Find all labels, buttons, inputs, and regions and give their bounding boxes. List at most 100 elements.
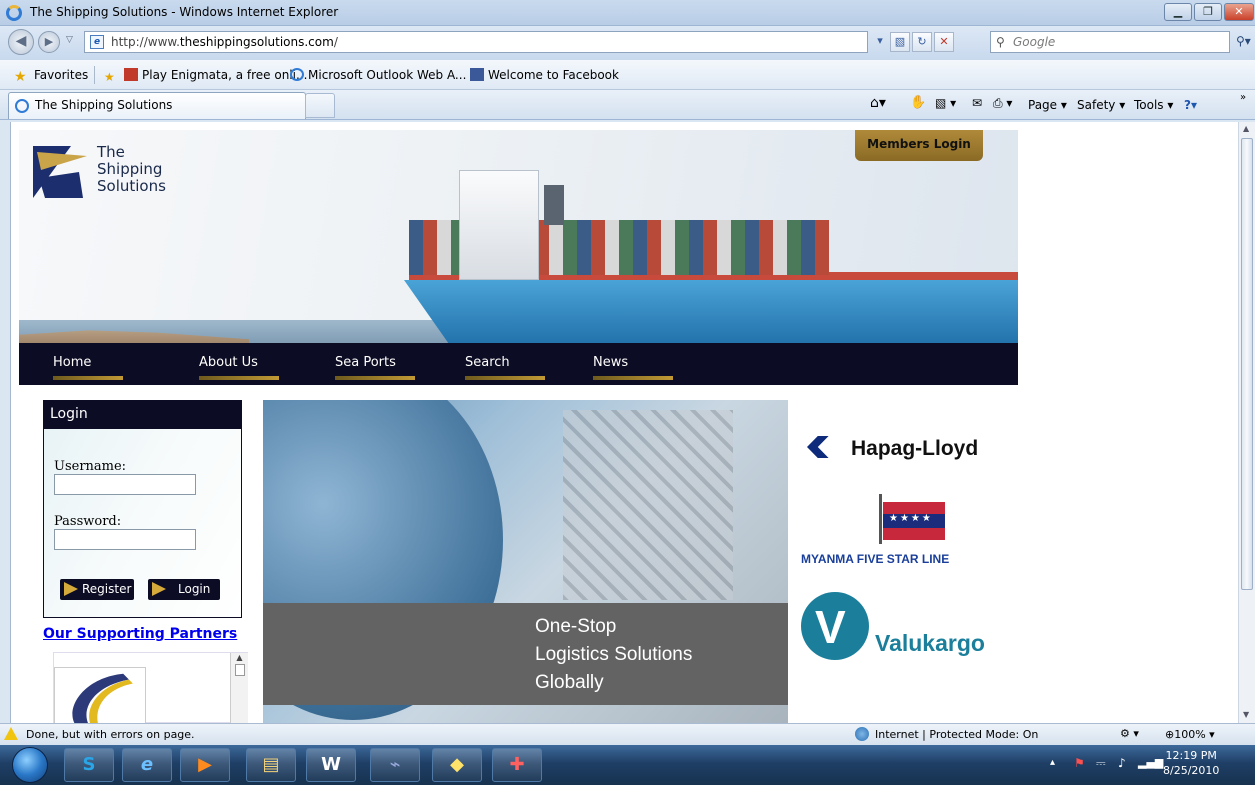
divider xyxy=(94,66,95,84)
network-icon[interactable]: ⌁ xyxy=(370,748,420,782)
messenger-icon[interactable]: ✚ xyxy=(492,748,542,782)
favorite-enigmata[interactable]: Play Enigmata, a free onli... xyxy=(124,68,307,82)
skype-icon[interactable]: S xyxy=(64,748,114,782)
protected-mode-icon[interactable]: ⚙ ▾ xyxy=(1120,727,1139,740)
favorite-label: Microsoft Outlook Web A... xyxy=(308,68,467,82)
page-menu[interactable]: Page ▾ xyxy=(1028,98,1067,112)
status-message: Done, but with errors on page. xyxy=(26,728,195,741)
word-icon[interactable]: W xyxy=(306,748,356,782)
chevron-more-icon[interactable]: » xyxy=(1240,92,1246,103)
compatibility-view-icon[interactable]: ▧ xyxy=(890,32,910,52)
username-field[interactable] xyxy=(54,474,196,495)
favorite-facebook[interactable]: Welcome to Facebook xyxy=(470,68,619,82)
hapag-lloyd-logo[interactable]: Hapag-Lloyd xyxy=(807,436,978,461)
internet-explorer-icon[interactable]: e xyxy=(122,748,172,782)
new-tab-button[interactable] xyxy=(305,93,335,118)
stop-icon[interactable]: ✕ xyxy=(934,32,954,52)
page-icon: e xyxy=(90,35,104,49)
register-button[interactable]: Register xyxy=(60,579,134,600)
add-favorite-icon[interactable]: ★ xyxy=(104,68,124,84)
favorites-button[interactable]: ★ Favorites xyxy=(14,68,89,85)
clock-time: 12:19 PM xyxy=(1165,749,1217,762)
history-dropdown-icon[interactable]: ▽ xyxy=(66,35,73,45)
forward-button[interactable]: ▶ xyxy=(38,31,60,53)
scrollbar-thumb[interactable] xyxy=(1241,138,1253,590)
supporting-partners-link[interactable]: Our Supporting Partners xyxy=(43,626,237,642)
company-name: The Shipping Solutions xyxy=(97,143,166,195)
folder-icon[interactable]: ▤ xyxy=(246,748,296,782)
partners-scrollbar[interactable]: ▲ xyxy=(230,653,248,723)
enigmata-icon xyxy=(124,68,138,81)
home-icon[interactable]: ⌂▾ xyxy=(870,95,886,111)
nav-search[interactable]: Search xyxy=(465,355,510,370)
arrow-right-icon xyxy=(152,582,166,596)
search-go-icon[interactable]: ⚲▾ xyxy=(1236,34,1251,48)
myanma-flag-icon: ★★★★ xyxy=(879,494,945,544)
nav-news[interactable]: News xyxy=(593,355,628,370)
window-title: The Shipping Solutions - Windows Interne… xyxy=(30,5,339,19)
safety-menu[interactable]: Safety ▾ xyxy=(1077,98,1125,112)
favorite-label: Play Enigmata, a free onli... xyxy=(142,68,308,82)
partners-frame: ▲ xyxy=(53,652,248,723)
ie-tab-icon xyxy=(15,99,29,113)
ship-image xyxy=(404,280,1018,350)
favorite-outlook[interactable]: Microsoft Outlook Web A... xyxy=(290,68,466,82)
search-input[interactable]: ⚲ Google xyxy=(990,31,1230,53)
nav-about-us[interactable]: About Us xyxy=(199,355,258,370)
url-suffix: / xyxy=(333,35,338,49)
start-button[interactable] xyxy=(12,747,48,783)
partner-logo-icon xyxy=(54,667,146,723)
show-hidden-icons-icon[interactable]: ▴ xyxy=(1050,757,1055,768)
myanma-five-star-logo[interactable]: MYANMA FIVE STAR LINE xyxy=(801,552,949,566)
taskbar: S e ▶ ▤ W ⌁ ◆ ✚ ▴ ⚑ ⎓ ♪ ▂▄▆ 12:19 PM 8/2… xyxy=(0,745,1255,785)
mail-icon[interactable]: ✉ xyxy=(972,96,982,110)
hero-image: One-Stop Logistics Solutions Globally xyxy=(263,400,788,723)
search-placeholder: Google xyxy=(1013,35,1056,49)
power-icon[interactable]: ⎓ xyxy=(1096,756,1106,771)
login-title: Login xyxy=(44,401,241,429)
members-login-button[interactable]: Members Login xyxy=(855,130,983,161)
url-domain: theshippingsolutions.com xyxy=(179,35,334,49)
clock[interactable]: 12:19 PM 8/25/2010 xyxy=(1163,748,1219,778)
password-field[interactable] xyxy=(54,529,196,550)
system-tray: ▴ ⚑ ⎓ ♪ ▂▄▆ xyxy=(1040,745,1255,785)
tab-shipping-solutions[interactable]: The Shipping Solutions xyxy=(8,92,306,119)
scroll-down-icon[interactable]: ▼ xyxy=(1243,710,1249,719)
security-zone[interactable]: Internet | Protected Mode: On xyxy=(875,728,1038,741)
tools-menu[interactable]: Tools ▾ xyxy=(1134,98,1173,112)
warning-icon[interactable] xyxy=(4,727,18,740)
ie-logo-icon xyxy=(6,5,22,21)
scroll-up-icon[interactable]: ▲ xyxy=(1243,124,1249,133)
address-dropdown-icon[interactable]: ▾ xyxy=(870,32,890,52)
caption-line: Globally xyxy=(535,672,604,693)
password-label: Password: xyxy=(54,514,122,529)
company-logo-icon xyxy=(33,146,87,198)
feeds-icon[interactable]: ✋ xyxy=(910,95,926,110)
nav-home[interactable]: Home xyxy=(53,355,91,370)
print-icon[interactable]: ⎙ ▾ xyxy=(993,96,1012,111)
sticky-notes-icon[interactable]: ◆ xyxy=(432,748,482,782)
rss-icon[interactable]: ▧ ▾ xyxy=(935,96,956,110)
page-scrollbar[interactable]: ▲ ▼ xyxy=(1238,122,1255,723)
url-prefix: http://www. xyxy=(111,35,180,49)
zoom-level[interactable]: ⊕100% ▾ xyxy=(1165,728,1215,741)
media-player-icon[interactable]: ▶ xyxy=(180,748,230,782)
caption-line: One-Stop xyxy=(535,616,617,637)
nav-sea-ports[interactable]: Sea Ports xyxy=(335,355,396,370)
maximize-button[interactable]: ❐ xyxy=(1194,3,1222,21)
favorites-label: Favorites xyxy=(34,68,89,82)
globe-icon xyxy=(855,727,869,741)
minimize-button[interactable]: ▁ xyxy=(1164,3,1192,21)
valukargo-logo[interactable]: Valukargo xyxy=(875,630,985,657)
address-bar[interactable]: e http://www.theshippingsolutions.com/ xyxy=(84,31,868,53)
flag-icon[interactable]: ⚑ xyxy=(1074,756,1085,770)
close-button[interactable]: ✕ xyxy=(1224,3,1254,21)
arrow-right-icon xyxy=(64,582,78,596)
login-button[interactable]: Login xyxy=(148,579,220,600)
help-icon[interactable]: ?▾ xyxy=(1184,98,1197,112)
signal-icon[interactable]: ▂▄▆ xyxy=(1138,756,1163,769)
username-label: Username: xyxy=(54,459,127,474)
volume-icon[interactable]: ♪ xyxy=(1118,756,1126,770)
refresh-icon[interactable]: ↻ xyxy=(912,32,932,52)
back-button[interactable]: ◀ xyxy=(8,29,34,55)
